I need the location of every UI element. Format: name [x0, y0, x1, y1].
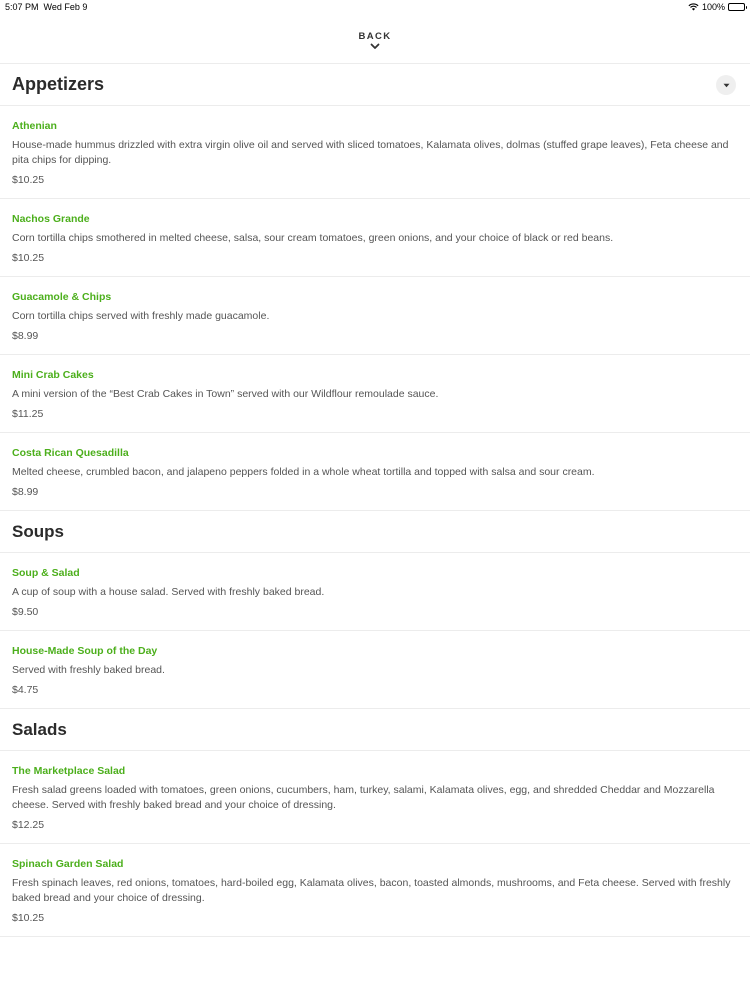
menu-item[interactable]: Athenian House-made hummus drizzled with …	[0, 106, 750, 199]
section-title: Soups	[12, 521, 64, 541]
item-description: House-made hummus drizzled with extra vi…	[12, 139, 729, 166]
battery-percent: 100%	[701, 2, 725, 12]
item-name: Nachos Grande	[12, 213, 90, 225]
item-name: Spinach Garden Salad	[12, 858, 124, 870]
section-header-soups[interactable]: Soups	[0, 511, 750, 553]
item-price: $10.25	[12, 174, 45, 186]
menu-item[interactable]: Soup & Salad A cup of soup with a house s…	[0, 553, 750, 631]
item-price: $4.75	[12, 684, 39, 696]
status-time: 5:07 PM Wed Feb 9	[5, 2, 87, 12]
item-price: $9.50	[12, 606, 39, 618]
item-name: The Marketplace Salad	[12, 765, 126, 777]
battery-icon	[728, 3, 747, 11]
item-description: Served with freshly baked bread.	[12, 664, 165, 676]
item-price: $8.99	[12, 330, 39, 342]
section-header-appetizers[interactable]: Appetizers	[0, 64, 750, 106]
item-price: $8.99	[12, 486, 39, 498]
back-label: BACK	[358, 31, 392, 42]
item-name: Athenian	[12, 120, 57, 132]
menu-item[interactable]: Mini Crab Cakes A mini version of the “Be…	[0, 355, 750, 433]
item-price: $10.25	[12, 252, 45, 264]
menu-item[interactable]: House-Made Soup of the Day Served with fr…	[0, 631, 750, 709]
status-time-text: 5:07 PM	[5, 2, 39, 12]
section-title: Appetizers	[12, 74, 105, 94]
menu-item[interactable]: Spinach Garden Salad Fresh spinach leaves…	[0, 844, 750, 937]
item-name: Guacamole & Chips	[12, 291, 112, 303]
menu-list[interactable]: Appetizers Athenian House-made hummus driz…	[0, 64, 750, 1000]
item-description: A mini version of the “Best Crab Cakes i…	[12, 388, 439, 400]
item-description: A cup of soup with a house salad. Served…	[12, 586, 325, 598]
item-name: Costa Rican Quesadilla	[12, 447, 129, 459]
item-name: House-Made Soup of the Day	[12, 645, 158, 657]
item-description: Fresh spinach leaves, red onions, tomato…	[12, 877, 731, 904]
section-title: Salads	[12, 719, 67, 739]
item-description: Fresh salad greens loaded with tomatoes,…	[12, 784, 715, 811]
item-description: Melted cheese, crumbled bacon, and jalap…	[12, 466, 595, 478]
status-bar: 5:07 PM Wed Feb 9 100%	[0, 0, 750, 16]
item-name: Soup & Salad	[12, 567, 80, 579]
wifi-icon	[688, 3, 699, 11]
item-price: $11.25	[12, 408, 44, 420]
status-date-text: Wed Feb 9	[43, 2, 88, 12]
menu-item[interactable]: The Marketplace Salad Fresh salad greens …	[0, 751, 750, 844]
menu-item[interactable]: Guacamole & Chips Corn tortilla chips ser…	[0, 277, 750, 355]
item-description: Corn tortilla chips smothered in melted …	[12, 232, 614, 244]
chevron-down-icon	[370, 43, 380, 49]
item-name: Mini Crab Cakes	[12, 369, 94, 381]
back-button[interactable]: BACK	[0, 16, 750, 64]
menu-item[interactable]: Costa Rican Quesadilla Melted cheese, cru…	[0, 433, 750, 511]
item-description: Corn tortilla chips served with freshly …	[12, 310, 270, 322]
caret-down-icon	[723, 83, 729, 87]
status-indicators: 100%	[688, 2, 747, 12]
section-header-salads[interactable]: Salads	[0, 709, 750, 751]
menu-item[interactable]: Nachos Grande Corn tortilla chips smother…	[0, 199, 750, 277]
item-price: $10.25	[12, 912, 45, 924]
item-price: $12.25	[12, 819, 45, 831]
collapse-button[interactable]	[716, 75, 736, 95]
